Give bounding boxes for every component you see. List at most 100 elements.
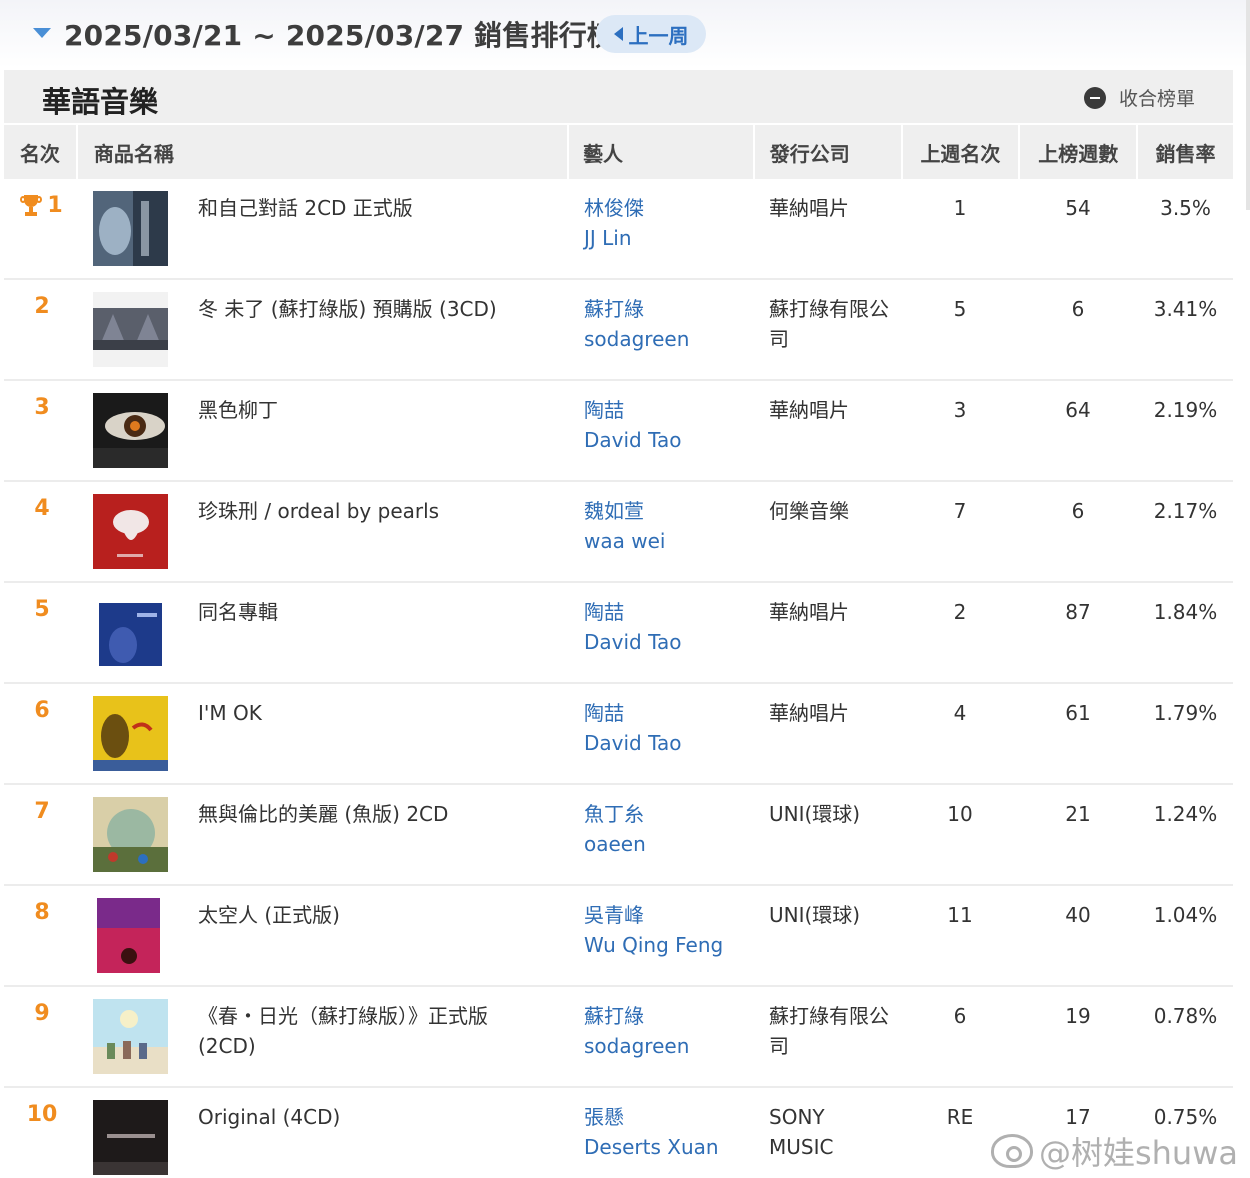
collapse-board-button[interactable]: 收合榜單 (1083, 84, 1195, 111)
album-cover[interactable] (93, 191, 168, 266)
table-row: 6 I'M OK 陶喆 David Tao 華納唱片 4 61 1.79% (4, 684, 1233, 785)
column-header-rank: 名次 (4, 125, 76, 179)
weeks-cell: 87 (1065, 600, 1091, 624)
artist-link[interactable]: 吳青峰 Wu Qing Feng (584, 900, 723, 960)
album-cover[interactable] (93, 1100, 168, 1175)
product-title[interactable]: I'M OK (198, 698, 538, 728)
column-header-rate: 銷售率 (1138, 125, 1233, 179)
last-week-cell: 5 (953, 297, 967, 321)
artist-link[interactable]: 魚丁糸 oaeen (584, 799, 646, 859)
last-week-cell: 3 (953, 398, 967, 422)
last-week-cell: 2 (953, 600, 967, 624)
rank-cell: 10 (4, 1102, 80, 1127)
product-title[interactable]: 無與倫比的美麗 (魚版) 2CD (198, 799, 538, 829)
product-title[interactable]: 和自己對話 2CD 正式版 (198, 193, 538, 223)
last-week-cell: 4 (953, 701, 967, 725)
section-header: 華語音樂 收合榜單 (4, 70, 1233, 123)
column-header-artist: 藝人 (569, 125, 753, 179)
chevron-down-icon[interactable] (33, 28, 51, 38)
last-week-cell: 10 (947, 802, 973, 826)
artist-link[interactable]: 蘇打綠 sodagreen (584, 294, 689, 354)
rank-cell: 2 (4, 294, 80, 319)
section-title: 華語音樂 (42, 85, 159, 119)
scrollbar[interactable] (1246, 0, 1250, 210)
label-cell: 華納唱片 (769, 701, 849, 725)
rank-number: 2 (34, 294, 50, 319)
last-week-cell: 7 (953, 499, 967, 523)
rank-cell: 5 (4, 597, 80, 622)
prev-week-label: 上一周 (628, 23, 689, 48)
weeks-cell: 64 (1065, 398, 1091, 422)
product-title[interactable]: 《春・日光（蘇打綠版）》正式版 (2CD) (198, 1001, 538, 1061)
table-row: 2 冬 未了 (蘇打綠版) 預購版 (3CD) 蘇打綠 sodagreen 蘇打綠… (4, 280, 1233, 381)
rate-cell: 1.04% (1153, 903, 1218, 927)
album-cover[interactable] (93, 494, 168, 569)
album-cover[interactable] (93, 393, 168, 468)
rank-number: 9 (34, 1001, 50, 1026)
product-title[interactable]: 冬 未了 (蘇打綠版) 預購版 (3CD) (198, 294, 538, 324)
product-title[interactable]: 珍珠刑 / ordeal by pearls (198, 496, 538, 526)
album-cover[interactable] (93, 797, 168, 872)
label-cell: 華納唱片 (769, 398, 849, 422)
label-cell: 何樂音樂 (769, 499, 849, 523)
rate-cell: 1.84% (1153, 600, 1218, 624)
artist-link[interactable]: 張懸 Deserts Xuan (584, 1102, 719, 1162)
last-week-cell: 1 (953, 196, 967, 220)
table-header: 名次 商品名稱 藝人 發行公司 上週名次 上榜週數 銷售率 (4, 125, 1233, 179)
label-cell: 蘇打綠有限公司 (769, 1004, 889, 1058)
chart-table: 1 和自己對話 2CD 正式版 林俊傑 JJ Lin 華納唱片 1 54 3.5%… (4, 179, 1233, 1178)
weeks-cell: 54 (1065, 196, 1091, 220)
label-cell: SONY MUSIC (769, 1105, 834, 1159)
rank-number: 1 (47, 193, 63, 218)
rank-cell: 7 (4, 799, 80, 824)
product-title[interactable]: Original (4CD) (198, 1102, 538, 1132)
product-title[interactable]: 黑色柳丁 (198, 395, 538, 425)
table-row: 8 太空人 (正式版) 吳青峰 Wu Qing Feng UNI(環球) 11 4… (4, 886, 1233, 987)
rank-cell: 3 (4, 395, 80, 420)
rank-cell: 8 (4, 900, 80, 925)
table-row: 5 同名專輯 陶喆 David Tao 華納唱片 2 87 1.84% (4, 583, 1233, 684)
product-title[interactable]: 同名專輯 (198, 597, 538, 627)
album-cover[interactable] (93, 999, 168, 1074)
artist-link[interactable]: 魏如萱 waa wei (584, 496, 665, 556)
trophy-icon (20, 194, 43, 217)
rate-cell: 1.79% (1153, 701, 1218, 725)
rate-cell: 0.78% (1153, 1004, 1218, 1028)
rate-cell: 2.17% (1153, 499, 1218, 523)
artist-link[interactable]: 林俊傑 JJ Lin (584, 193, 644, 253)
weeks-cell: 40 (1065, 903, 1091, 927)
table-row: 7 無與倫比的美麗 (魚版) 2CD 魚丁糸 oaeen UNI(環球) 10 2… (4, 785, 1233, 886)
prev-week-button[interactable]: 上一周 (596, 15, 706, 53)
artist-link[interactable]: 蘇打綠 sodagreen (584, 1001, 689, 1061)
last-week-cell: 11 (947, 903, 973, 927)
album-cover[interactable] (93, 696, 168, 771)
weibo-icon (990, 1134, 1033, 1168)
album-cover[interactable] (93, 292, 168, 367)
column-header-last-week: 上週名次 (902, 125, 1019, 179)
rate-cell: 3.5% (1160, 196, 1211, 220)
rank-number: 6 (34, 698, 50, 723)
rate-cell: 1.24% (1153, 802, 1218, 826)
label-cell: UNI(環球) (769, 802, 861, 826)
product-title[interactable]: 太空人 (正式版) (198, 900, 538, 930)
album-cover[interactable] (93, 898, 168, 973)
column-header-label: 發行公司 (754, 125, 901, 179)
table-row: 9 《春・日光（蘇打綠版）》正式版 (2CD) 蘇打綠 sodagreen 蘇打綠… (4, 987, 1233, 1088)
rank-cell: 6 (4, 698, 80, 723)
table-row: 1 和自己對話 2CD 正式版 林俊傑 JJ Lin 華納唱片 1 54 3.5% (4, 179, 1233, 280)
artist-link[interactable]: 陶喆 David Tao (584, 395, 682, 455)
table-row: 3 黑色柳丁 陶喆 David Tao 華納唱片 3 64 2.19% (4, 381, 1233, 482)
rank-number: 4 (34, 496, 50, 521)
label-cell: UNI(環球) (769, 903, 861, 927)
weeks-cell: 6 (1071, 499, 1085, 523)
rank-number: 7 (34, 799, 50, 824)
weeks-cell: 21 (1065, 802, 1091, 826)
top-bar: 2025/03/21 ~ 2025/03/27 銷售排行榜 上一周 (0, 0, 1250, 68)
artist-link[interactable]: 陶喆 David Tao (584, 597, 682, 657)
column-header-product: 商品名稱 (77, 125, 568, 179)
rate-cell: 2.19% (1153, 398, 1218, 422)
weeks-cell: 6 (1071, 297, 1085, 321)
artist-link[interactable]: 陶喆 David Tao (584, 698, 682, 758)
album-cover[interactable] (93, 595, 168, 670)
rank-number: 5 (34, 597, 50, 622)
